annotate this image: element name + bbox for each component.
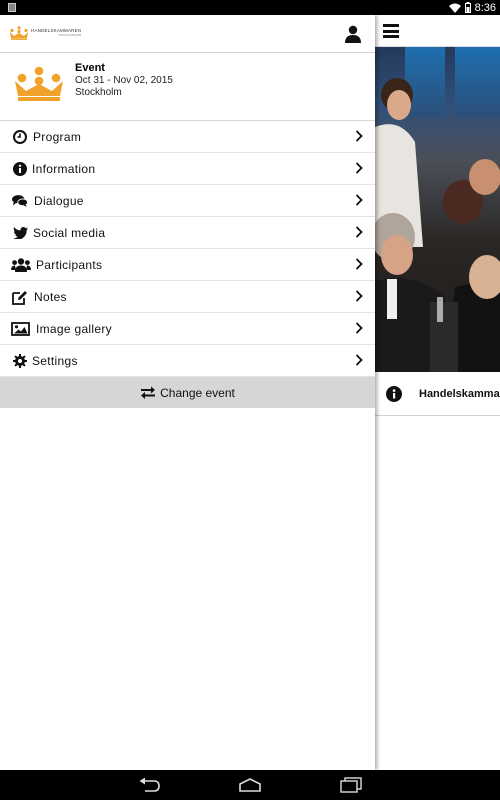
- chevron-right-icon: [355, 226, 363, 238]
- brand-sub: STOCKHOLMS: [58, 33, 82, 37]
- info-row-text: Handelskamma: [419, 388, 500, 400]
- chevron-right-icon: [355, 290, 363, 302]
- navigation-drawer: HANDELSKAMMAREN STOCKHOLMS Event Oct 31: [0, 15, 375, 770]
- menu-item-label: Information: [32, 162, 96, 176]
- chevron-right-icon: [355, 322, 363, 334]
- notification-icon: [8, 3, 16, 12]
- info-row[interactable]: Handelskamma: [375, 372, 500, 416]
- menu-item-information[interactable]: Information: [0, 153, 375, 185]
- menu-item-program[interactable]: Program: [0, 121, 375, 153]
- clock-icon: [12, 129, 28, 145]
- swap-arrows-icon: [141, 386, 156, 399]
- info-icon: [12, 161, 28, 177]
- menu-item-participants[interactable]: Participants: [0, 249, 375, 281]
- menu-item-label: Image gallery: [36, 322, 112, 336]
- people-icon: [11, 257, 31, 273]
- change-event-label: Change event: [160, 385, 235, 400]
- hamburger-menu-icon[interactable]: [383, 24, 399, 38]
- menu-item-label: Dialogue: [34, 194, 84, 208]
- screen: 8:36 Handelskamma HANDELSKAMMAREN STOCKH…: [0, 0, 500, 800]
- main-content: Handelskamma: [375, 15, 500, 770]
- gear-icon: [12, 353, 28, 369]
- image-icon: [11, 321, 30, 337]
- clock-time: 8:36: [474, 1, 496, 14]
- current-event-card[interactable]: Event Oct 31 - Nov 02, 2015 Stockholm: [0, 53, 375, 121]
- event-dates: Oct 31 - Nov 02, 2015: [75, 75, 173, 86]
- menu-item-dialogue[interactable]: Dialogue: [0, 185, 375, 217]
- user-profile-icon[interactable]: [345, 25, 361, 43]
- chevron-right-icon: [355, 130, 363, 142]
- crown-icon: [10, 26, 28, 40]
- menu-item-image-gallery[interactable]: Image gallery: [0, 313, 375, 345]
- menu-item-social-media[interactable]: Social media: [0, 217, 375, 249]
- menu-item-label: Program: [33, 130, 82, 144]
- status-bar: 8:36: [0, 0, 500, 15]
- wifi-icon: [448, 3, 461, 13]
- event-photo: [375, 47, 500, 372]
- chevron-right-icon: [355, 194, 363, 206]
- brand-logo: HANDELSKAMMAREN STOCKHOLMS: [9, 26, 81, 40]
- system-navigation-bar: [0, 770, 500, 800]
- drawer-header: HANDELSKAMMAREN STOCKHOLMS: [0, 15, 375, 53]
- home-icon[interactable]: [238, 777, 262, 793]
- menu-item-label: Settings: [32, 354, 78, 368]
- drawer-menu: Program Information Dialogue Social medi…: [0, 121, 375, 377]
- edit-icon: [12, 289, 28, 305]
- event-crown-logo: [15, 66, 63, 101]
- menu-item-label: Social media: [33, 226, 106, 240]
- twitter-icon: [12, 225, 28, 241]
- change-event-button[interactable]: Change event: [0, 377, 375, 408]
- chat-icon: [12, 193, 28, 209]
- recent-apps-icon[interactable]: [340, 777, 362, 793]
- event-location: Stockholm: [75, 87, 122, 98]
- menu-item-notes[interactable]: Notes: [0, 281, 375, 313]
- top-app-bar: [375, 15, 500, 47]
- chevron-right-icon: [355, 258, 363, 270]
- menu-item-settings[interactable]: Settings: [0, 345, 375, 377]
- chevron-right-icon: [355, 162, 363, 174]
- menu-item-label: Notes: [34, 290, 67, 304]
- chevron-right-icon: [355, 354, 363, 366]
- battery-icon: [464, 2, 471, 13]
- menu-item-label: Participants: [36, 258, 103, 272]
- back-icon[interactable]: [137, 777, 161, 793]
- info-icon: [386, 386, 402, 402]
- event-title: Event: [75, 62, 105, 74]
